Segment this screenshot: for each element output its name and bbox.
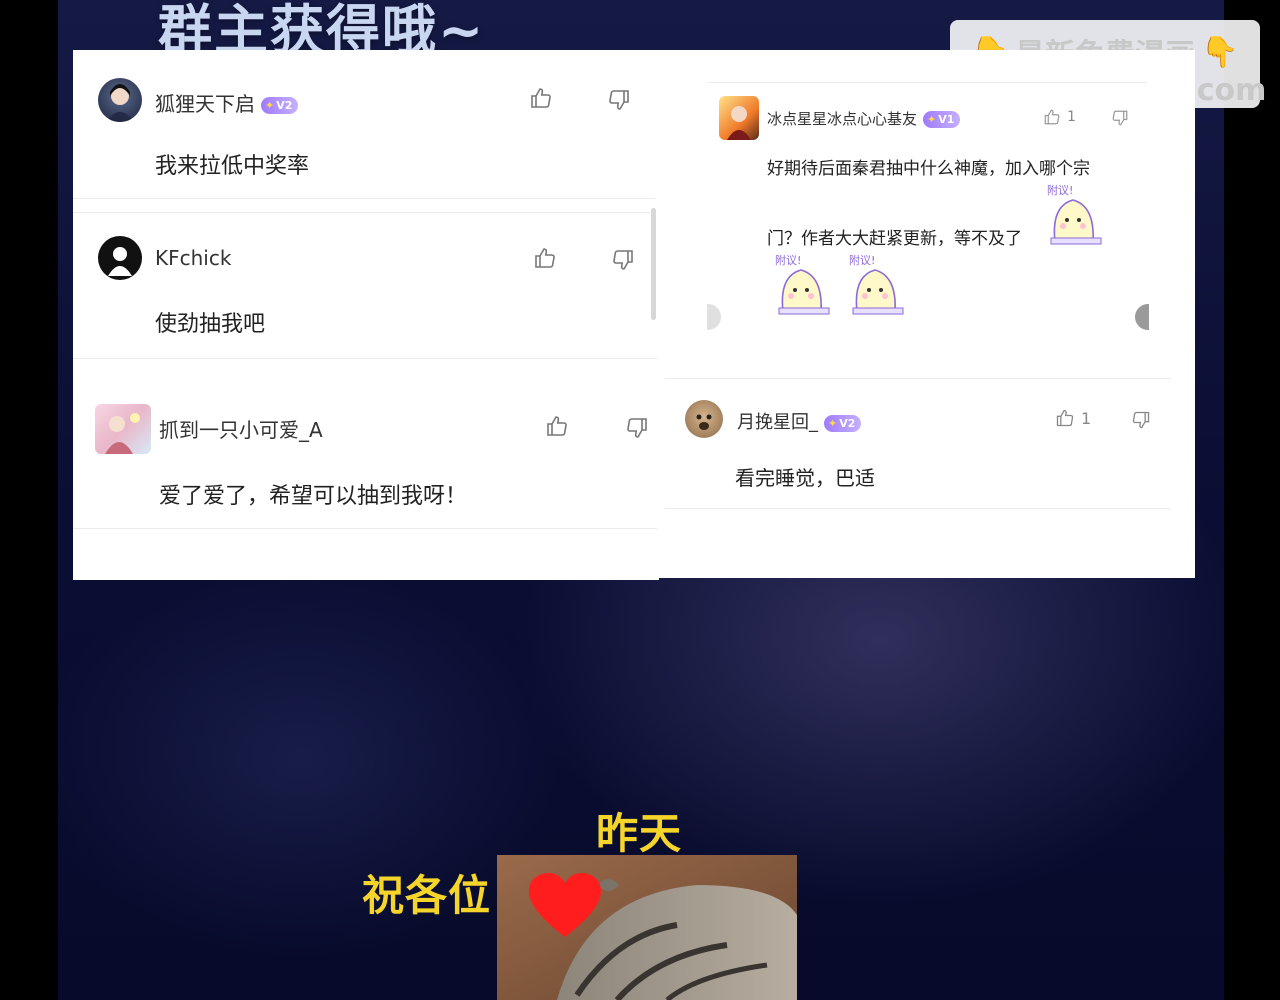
like-button[interactable] [545, 414, 569, 438]
username[interactable]: 狐狸天下启 ✦ V2 [155, 88, 299, 117]
thumbs-down-icon [613, 250, 633, 270]
comment-text: 爱了爱了，希望可以抽到我呀！ [159, 484, 468, 509]
comment-text-line1: 好期待后面秦君抽中什么神魔，加入哪个宗 [767, 159, 1090, 179]
username-text[interactable]: 冰点星星冰点心心基友 [767, 110, 917, 128]
comment-item: 冰点星星冰点心心基友 ✦ V1 1 好期待后面秦君抽中什么神魔，加入哪个宗 门？作者… [707, 96, 1147, 376]
thumbs-down-icon [609, 90, 629, 110]
thumbs-up-icon [547, 416, 567, 436]
divider [707, 82, 1147, 83]
username[interactable]: KFchick [155, 246, 231, 270]
like-button[interactable] [529, 86, 553, 110]
like-count: 1 [1067, 109, 1076, 125]
username-text[interactable]: 月挽星回_ [737, 412, 818, 433]
sticker: 附议! [769, 252, 835, 318]
comments-panel-left: 狐狸天下启 ✦ V2 我来拉低中奖率 KFchick 使劲抽我吧 抓到一只小可爱_A [73, 50, 659, 580]
thumbs-up-icon [1056, 409, 1074, 427]
dislike-button[interactable] [607, 88, 631, 112]
avatar[interactable] [719, 96, 759, 140]
caption-greeting: 祝各位 [362, 871, 492, 920]
divider [665, 378, 1171, 379]
avatar[interactable] [95, 404, 151, 454]
like-button[interactable]: 1 [1043, 108, 1076, 126]
vip-badge: ✦ V1 [923, 111, 961, 128]
crown-icon: ✦ [927, 113, 937, 126]
comment-text: 使劲抽我吧 [155, 312, 266, 337]
scrollbar[interactable] [651, 208, 656, 320]
comment-text: 看完睡觉，巴适 [735, 466, 875, 490]
vip-badge: ✦ V2 [261, 97, 299, 114]
heart-icon [529, 873, 601, 937]
sticker-row: 附议! 附议! [769, 252, 909, 318]
vip-badge-text: V2 [839, 416, 856, 430]
left-frame-bar [0, 0, 58, 1000]
sticker-label: 附议! [1047, 184, 1074, 197]
vip-badge-text: V2 [276, 99, 293, 112]
comment-text-line2: 门？作者大大赶紧更新，等不及了 [767, 229, 1022, 249]
sticker-label: 附议! [775, 254, 802, 267]
divider [665, 508, 1171, 509]
vip-badge: ✦ V2 [824, 414, 862, 432]
thumbs-down-icon [1112, 110, 1128, 126]
avatar[interactable] [98, 236, 142, 280]
dislike-button[interactable] [611, 248, 635, 272]
thumbs-down-icon [1132, 411, 1150, 429]
caption-yesterday: 昨天 [596, 809, 683, 858]
thumbs-up-icon [1044, 109, 1060, 125]
username[interactable]: 月挽星回_ ✦ V2 [737, 408, 862, 434]
pointing-down-icon: 👇 [1201, 34, 1239, 70]
comment-item: 抓到一只小可爱_A 爱了爱了，希望可以抽到我呀！ [73, 404, 659, 530]
username-text[interactable]: 狐狸天下启 [155, 92, 255, 116]
sticker: 附议! [843, 252, 909, 318]
like-count: 1 [1081, 408, 1092, 428]
dislike-button[interactable] [1111, 109, 1129, 127]
crown-icon: ✦ [828, 416, 838, 430]
vip-badge-text: V1 [938, 113, 955, 126]
cat-photo [497, 855, 797, 1000]
crown-icon: ✦ [265, 99, 275, 112]
sticker-label: 附议! [849, 254, 876, 267]
sticker: 附议! [1041, 182, 1107, 248]
comment-item: 狐狸天下启 ✦ V2 我来拉低中奖率 [73, 50, 659, 200]
thumbs-up-icon [531, 88, 551, 108]
comment-item: KFchick 使劲抽我吧 [73, 212, 659, 360]
like-button[interactable]: 1 [1055, 408, 1091, 428]
divider [73, 198, 655, 199]
thumbs-down-icon [627, 418, 647, 438]
divider [73, 528, 659, 529]
dislike-button[interactable] [1131, 410, 1151, 430]
dislike-button[interactable] [625, 416, 649, 440]
avatar[interactable] [685, 400, 723, 438]
username[interactable]: 抓到一只小可爱_A [159, 414, 323, 443]
divider [73, 358, 659, 359]
username[interactable]: 冰点星星冰点心心基友 ✦ V1 [767, 108, 961, 129]
avatar[interactable] [98, 78, 142, 122]
comments-panel-right: 冰点星星冰点心心基友 ✦ V1 1 好期待后面秦君抽中什么神魔，加入哪个宗 门？作者… [657, 50, 1195, 578]
like-button[interactable] [533, 246, 557, 270]
comment-text: 我来拉低中奖率 [155, 154, 310, 179]
comment-item: 月挽星回_ ✦ V2 1 看完睡觉，巴适 [665, 380, 1175, 508]
thumbs-up-icon [535, 248, 555, 268]
right-frame-bar [1224, 0, 1280, 1000]
